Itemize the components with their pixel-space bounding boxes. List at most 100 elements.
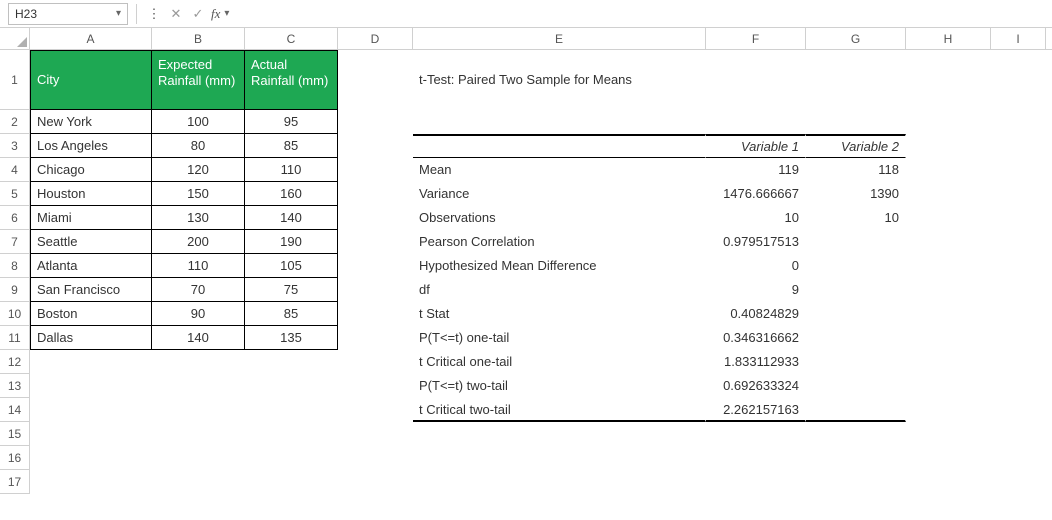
row-header[interactable]: 1 [0,50,30,110]
column-header[interactable]: D [338,28,413,49]
cell[interactable] [991,422,1046,446]
stats-label[interactable]: Mean [413,158,706,182]
cell[interactable] [906,278,991,302]
table-cell-city[interactable]: Seattle [30,230,152,254]
fx-icon[interactable]: fx [211,6,220,22]
cell[interactable] [906,230,991,254]
table-cell-expected[interactable]: 140 [152,326,245,350]
cell[interactable] [991,158,1046,182]
table-cell-city[interactable]: Los Angeles [30,134,152,158]
row-header[interactable]: 9 [0,278,30,302]
stats-value-2[interactable]: 10 [806,206,906,230]
cell[interactable] [706,446,806,470]
cell[interactable] [906,158,991,182]
accept-icon[interactable]: ✓ [189,6,207,22]
stats-label[interactable]: df [413,278,706,302]
cell[interactable] [806,470,906,494]
stats-label[interactable]: Variance [413,182,706,206]
stats-value-2[interactable] [806,278,906,302]
table-cell-city[interactable]: New York [30,110,152,134]
column-header[interactable]: F [706,28,806,49]
row-header[interactable]: 15 [0,422,30,446]
row-header[interactable]: 3 [0,134,30,158]
stats-header-blank[interactable] [413,134,706,158]
cell[interactable] [338,182,413,206]
cell[interactable] [991,110,1046,134]
cell[interactable] [338,278,413,302]
stats-header-var2[interactable]: Variable 2 [806,134,906,158]
cell[interactable] [413,110,706,134]
cell[interactable] [338,134,413,158]
cell[interactable] [30,470,152,494]
stats-label[interactable]: Pearson Correlation [413,230,706,254]
name-box[interactable]: H23 ▾ [8,3,128,25]
cell[interactable] [245,374,338,398]
cell[interactable] [906,374,991,398]
column-header[interactable]: B [152,28,245,49]
table-cell-actual[interactable]: 75 [245,278,338,302]
cell[interactable] [906,134,991,158]
table-header-expected[interactable]: Expected Rainfall (mm) [152,50,245,110]
column-header[interactable]: H [906,28,991,49]
cell[interactable] [338,446,413,470]
cell[interactable] [245,350,338,374]
stats-label[interactable]: t Critical one-tail [413,350,706,374]
table-cell-city[interactable]: Atlanta [30,254,152,278]
cell[interactable] [991,134,1046,158]
cell[interactable] [338,302,413,326]
cell[interactable] [991,50,1046,110]
cell[interactable] [706,50,806,110]
cell[interactable] [991,182,1046,206]
cell[interactable] [338,374,413,398]
cell[interactable] [806,446,906,470]
table-cell-expected[interactable]: 150 [152,182,245,206]
cell[interactable] [906,110,991,134]
table-cell-expected[interactable]: 130 [152,206,245,230]
cell[interactable] [338,398,413,422]
cell[interactable] [806,422,906,446]
cell[interactable] [906,422,991,446]
cell[interactable] [245,446,338,470]
cancel-icon[interactable]: ✕ [167,6,185,22]
cell[interactable] [30,398,152,422]
cell[interactable] [906,254,991,278]
table-cell-expected[interactable]: 110 [152,254,245,278]
row-header[interactable]: 6 [0,206,30,230]
cell[interactable] [706,422,806,446]
cell[interactable] [991,398,1046,422]
row-header[interactable]: 13 [0,374,30,398]
stats-header-var1[interactable]: Variable 1 [706,134,806,158]
cell[interactable] [245,398,338,422]
cell[interactable] [906,50,991,110]
table-cell-actual[interactable]: 85 [245,134,338,158]
cell[interactable] [30,350,152,374]
row-header[interactable]: 11 [0,326,30,350]
row-header[interactable]: 10 [0,302,30,326]
stats-label[interactable]: t Critical two-tail [413,398,706,422]
row-header[interactable]: 4 [0,158,30,182]
cell[interactable] [245,470,338,494]
table-cell-expected[interactable]: 200 [152,230,245,254]
table-cell-actual[interactable]: 105 [245,254,338,278]
cell[interactable] [991,470,1046,494]
cell[interactable] [906,206,991,230]
table-cell-actual[interactable]: 110 [245,158,338,182]
stats-value-1[interactable]: 0.979517513 [706,230,806,254]
cell[interactable] [338,254,413,278]
cell[interactable] [991,350,1046,374]
cell[interactable] [906,326,991,350]
column-header[interactable]: I [991,28,1046,49]
stats-value-2[interactable] [806,230,906,254]
stats-value-2[interactable] [806,302,906,326]
table-cell-expected[interactable]: 70 [152,278,245,302]
cell[interactable] [806,50,906,110]
stats-label[interactable]: t Stat [413,302,706,326]
cell[interactable] [338,50,413,110]
table-cell-actual[interactable]: 140 [245,206,338,230]
row-header[interactable]: 7 [0,230,30,254]
cell[interactable] [991,326,1046,350]
table-cell-city[interactable]: Boston [30,302,152,326]
table-cell-city[interactable]: Miami [30,206,152,230]
table-cell-city[interactable]: Dallas [30,326,152,350]
cell[interactable] [991,302,1046,326]
